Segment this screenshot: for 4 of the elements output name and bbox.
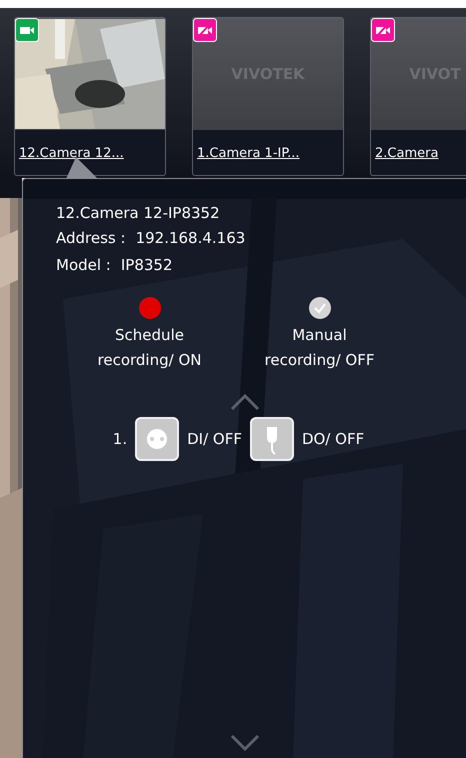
camera-name-link[interactable]: 2.Camera — [375, 146, 466, 161]
camera-name-link[interactable]: 1.Camera 1-IP... — [197, 146, 343, 161]
camera-thumbnail[interactable]: 12.Camera 12... — [14, 17, 166, 176]
camera-name-link[interactable]: 12.Camera 12... — [19, 146, 165, 161]
